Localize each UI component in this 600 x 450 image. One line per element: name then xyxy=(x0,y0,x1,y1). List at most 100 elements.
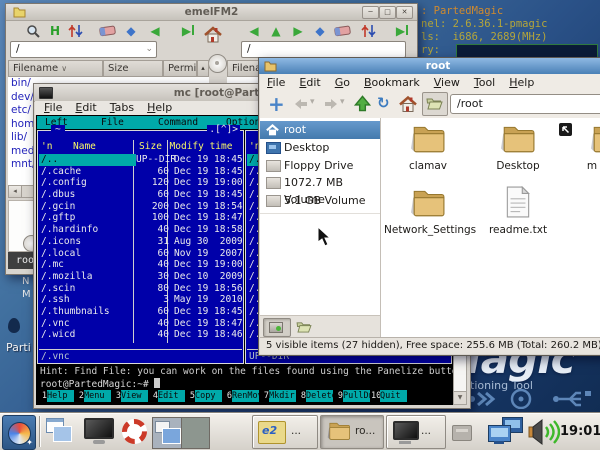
fkey-button[interactable]: 9PullDn xyxy=(334,390,370,402)
forward-arrow-icon[interactable]: ▶ xyxy=(290,23,306,39)
file-row: /.. UP--DIR Dec 19 18:45 xyxy=(39,154,243,166)
workspace-2[interactable] xyxy=(182,418,209,448)
taskbar-button-root[interactable]: ro... xyxy=(320,415,384,449)
refresh-button[interactable]: ↻ xyxy=(377,94,390,112)
fkey-button[interactable]: 6RenMov xyxy=(223,390,259,402)
fkey-button[interactable]: 8Delete xyxy=(297,390,333,402)
workspace-pager[interactable] xyxy=(152,417,210,449)
sidebar-item-root[interactable]: root xyxy=(260,121,380,139)
emelfm2-titlebar[interactable]: emelFM2 ─ □ ✕ xyxy=(6,4,417,21)
file-icon-network-settings[interactable]: Network_Settings xyxy=(384,188,476,236)
menu-edit[interactable]: Edit xyxy=(299,74,320,91)
menu-help[interactable]: Help xyxy=(147,101,172,115)
sidebar-item-floppy-drive[interactable]: Floppy Drive xyxy=(260,157,380,175)
desktop-fragment-n: N xyxy=(22,276,30,287)
sidebar-item-volume-2[interactable]: 5.1 GB Volume xyxy=(260,192,380,210)
file-row: /.vnc 40 Dec 19 18:47 xyxy=(41,317,243,329)
scroll-up-arrow[interactable]: ▴ xyxy=(197,60,209,77)
chevron-down-icon[interactable]: ⌄ xyxy=(145,42,153,56)
fkey-button[interactable]: 3 View xyxy=(112,390,148,402)
sidebar-item-desktop[interactable]: Desktop xyxy=(260,139,380,157)
forward-dropdown-icon[interactable]: ▾ xyxy=(340,97,345,107)
eraser-icon[interactable] xyxy=(334,25,351,37)
eraser-icon[interactable] xyxy=(99,25,116,37)
scroll-down-arrow[interactable]: ▼ xyxy=(454,391,466,404)
new-tab-button[interactable]: + xyxy=(268,92,285,116)
file-row: /.hardinfo 40 Dec 19 18:58 xyxy=(41,224,243,236)
location-input[interactable]: /root xyxy=(450,94,600,114)
file-row: /.icons 31 Aug 30 2009 xyxy=(41,235,243,247)
mc-left-panel[interactable]: ~ .[^]> 'n Name Size Modify time /.. UP--D… xyxy=(37,125,244,364)
menu-file[interactable]: File xyxy=(267,74,285,91)
forward-bar-icon[interactable]: ▶ xyxy=(394,23,410,39)
diamond-icon[interactable]: ◆ xyxy=(123,23,139,39)
hidden-toggle-icon[interactable]: H xyxy=(47,23,63,39)
file-row: /.ssh 3 May 19 2010 xyxy=(41,294,243,306)
mc-menu-command[interactable]: Command xyxy=(158,116,198,129)
fkey-button[interactable]: 4 Edit xyxy=(149,390,185,402)
start-menu-button[interactable]: ✦ xyxy=(2,415,36,450)
scroll-left-arrow[interactable]: ◂ xyxy=(9,186,22,197)
mc-file-list[interactable]: /.. UP--DIR Dec 19 18:45 /.cache 60 Dec 19 1… xyxy=(39,154,243,341)
maximize-button[interactable]: □ xyxy=(379,6,396,19)
menu-help[interactable]: Help xyxy=(509,74,534,91)
fkey-button[interactable]: 2 Menu xyxy=(75,390,111,402)
diamond-icon[interactable]: ◆ xyxy=(312,23,328,39)
places-view-button[interactable] xyxy=(263,318,291,337)
fkey-button[interactable]: 5 Copy xyxy=(186,390,222,402)
column-header-filename[interactable]: Filename ∨ xyxy=(8,60,103,77)
column-header-size[interactable]: Size xyxy=(103,60,163,77)
sidebar-item-volume-1[interactable]: 1072.7 MB Volume xyxy=(260,174,380,206)
icon-view[interactable]: clamav Desktop m Network_Settings readme… xyxy=(381,118,600,337)
split-pins-icon[interactable] xyxy=(361,24,376,38)
forward-bar-icon[interactable]: ▶ xyxy=(180,23,196,39)
menu-tabs[interactable]: Tabs xyxy=(110,101,134,115)
network-tray-icon[interactable] xyxy=(488,417,526,447)
fkey-button[interactable]: 7 Mkdir xyxy=(260,390,296,402)
column-header-perm[interactable]: Permissions xyxy=(163,60,197,77)
right-path-input[interactable]: / xyxy=(241,41,406,58)
left-path-input[interactable]: / ⌄ xyxy=(10,41,157,58)
mini-window xyxy=(162,428,181,444)
up-arrow-icon[interactable]: ▲ xyxy=(268,23,284,39)
pane-swap-button[interactable] xyxy=(208,54,227,73)
menu-view[interactable]: View xyxy=(434,74,460,91)
tree-view-button[interactable] xyxy=(294,318,316,335)
back-arrow-icon[interactable]: ◀ xyxy=(246,23,262,39)
mc-panel-corner-marks[interactable]: .[^]> xyxy=(207,125,240,135)
shell-prompt[interactable]: root@PartedMagic:~# xyxy=(40,378,160,390)
menu-file[interactable]: File xyxy=(44,101,62,115)
file-manager-titlebar[interactable]: root xyxy=(259,58,600,74)
volume-tray-icon[interactable] xyxy=(528,417,560,447)
workspace-1[interactable] xyxy=(153,418,182,448)
back-button[interactable] xyxy=(294,98,308,110)
mc-column-headers[interactable]: 'nName Size Modify time xyxy=(39,141,242,152)
forward-button[interactable] xyxy=(324,98,338,110)
home-icon[interactable] xyxy=(204,26,222,43)
find-icon[interactable] xyxy=(26,24,41,39)
menu-tool[interactable]: Tool xyxy=(474,74,495,91)
tray-device-icon[interactable] xyxy=(452,425,472,441)
menu-edit[interactable]: Edit xyxy=(75,101,96,115)
split-pins-icon[interactable] xyxy=(68,24,83,38)
back-arrow-icon[interactable]: ◀ xyxy=(147,23,163,39)
help-lifebuoy-icon[interactable] xyxy=(122,419,147,444)
side-pane-toggle-button[interactable] xyxy=(422,92,448,116)
menu-go[interactable]: Go xyxy=(335,74,350,91)
taskbar-button-terminal[interactable]: ... xyxy=(386,415,446,449)
close-button[interactable]: ✕ xyxy=(396,6,413,19)
back-dropdown-icon[interactable]: ▾ xyxy=(310,97,315,107)
file-icon-readme[interactable]: readme.txt xyxy=(474,185,562,236)
up-button[interactable] xyxy=(354,95,371,112)
clock[interactable]: 19:01 xyxy=(560,413,600,450)
menu-bookmark[interactable]: Bookmark xyxy=(364,74,420,91)
file-icon-m[interactable]: m xyxy=(564,124,600,172)
fkey-button[interactable]: 1 Help xyxy=(38,390,74,402)
terminal-launcher-icon[interactable] xyxy=(84,418,114,444)
home-button[interactable] xyxy=(399,95,417,113)
mc-menu-file[interactable]: File xyxy=(101,116,124,129)
file-icon-clamav[interactable]: clamav xyxy=(384,124,472,172)
fkey-button[interactable]: 10 Quit xyxy=(371,390,407,402)
taskbar-button-emelfm2[interactable]: e2 ... xyxy=(252,415,318,449)
minimize-button[interactable]: ─ xyxy=(362,6,379,19)
